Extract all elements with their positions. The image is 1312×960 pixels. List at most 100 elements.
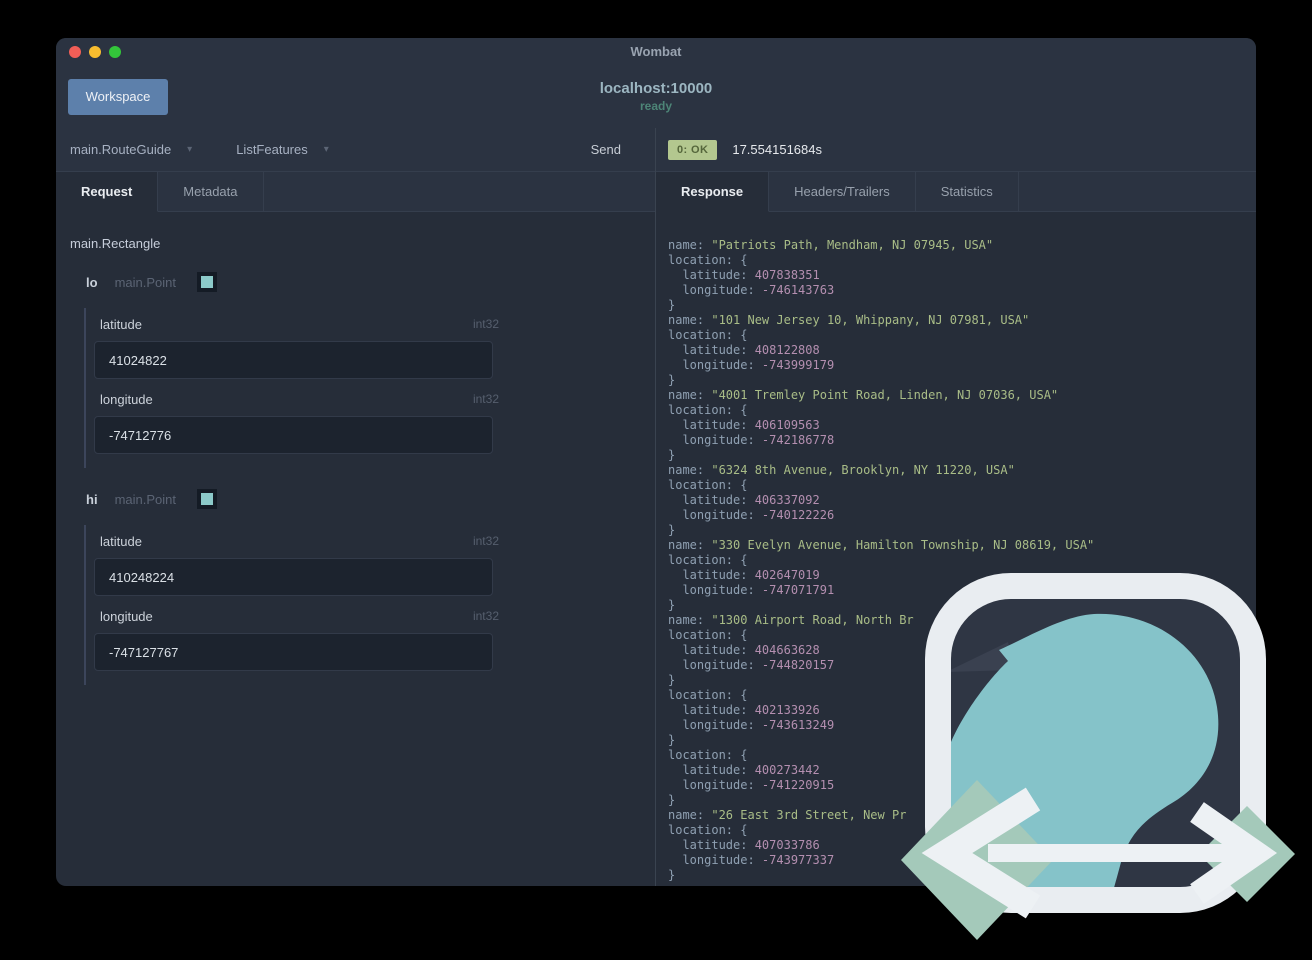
response-token: location: { xyxy=(668,688,748,702)
response-token: location: { xyxy=(668,748,748,762)
method-select[interactable]: ListFeatures ▾ xyxy=(236,142,329,157)
tab-response[interactable]: Response xyxy=(656,172,770,212)
response-token: 402133926 xyxy=(754,703,820,717)
response-token: latitude: xyxy=(668,643,755,657)
server-address: localhost:10000 xyxy=(599,80,713,97)
response-panel: 0: OK 17.554151684s Response Headers/Tra… xyxy=(655,128,1256,886)
close-button[interactable] xyxy=(69,45,81,58)
response-token: location: { xyxy=(668,253,748,267)
longitude-label: longitude xyxy=(100,609,153,624)
response-token: location: { xyxy=(668,403,748,417)
response-token: name: xyxy=(668,463,712,477)
hi-longitude-input[interactable] xyxy=(94,633,493,671)
response-token: -740122226 xyxy=(761,508,835,522)
response-token: 407838351 xyxy=(754,268,820,282)
response-token: } xyxy=(668,523,676,537)
minimize-button[interactable] xyxy=(89,45,101,58)
lo-latitude-input[interactable] xyxy=(94,341,493,379)
send-button[interactable]: Send xyxy=(591,142,621,157)
response-token: location: { xyxy=(668,823,748,837)
response-token: location: { xyxy=(668,478,748,492)
call-duration: 17.554151684s xyxy=(732,142,822,157)
desktop: { "window": { "title": "Wombat" }, "head… xyxy=(0,0,1312,960)
lo-group: latitude int32 longitude int32 xyxy=(84,308,655,468)
response-token: location: { xyxy=(668,628,748,642)
response-token: } xyxy=(668,673,676,687)
lo-longitude-input[interactable] xyxy=(94,416,493,454)
response-token: longitude: xyxy=(668,718,762,732)
field-name: lo xyxy=(86,274,98,290)
field-name: hi xyxy=(86,491,98,507)
response-token: -743999179 xyxy=(761,358,835,372)
chevron-down-icon: ▾ xyxy=(323,144,329,155)
response-token: "4001 Tremley Point Road, Linden, NJ 070… xyxy=(711,388,1059,402)
horizontal-scrollbar-thumb[interactable] xyxy=(961,880,991,883)
response-token: latitude: xyxy=(668,493,755,507)
response-token: "1300 Airport Road, North Br xyxy=(711,613,914,627)
message-type-label: main.Rectangle xyxy=(70,236,161,251)
response-token: latitude: xyxy=(668,343,755,357)
tab-request[interactable]: Request xyxy=(56,172,159,212)
response-token: longitude: xyxy=(668,778,762,792)
response-token: name: xyxy=(668,238,712,252)
response-token: latitude: xyxy=(668,838,755,852)
response-token: 406337092 xyxy=(754,493,820,507)
response-token: -742186778 xyxy=(761,433,835,447)
type-badge: int32 xyxy=(472,609,499,623)
server-info: localhost:10000 ready xyxy=(56,80,1256,113)
tabs-filler xyxy=(263,172,655,212)
hi-group: latitude int32 longitude int32 xyxy=(84,525,655,685)
response-token: longitude: xyxy=(668,433,762,447)
response-token: -743613249 xyxy=(761,718,835,732)
result-bar: 0: OK 17.554151684s xyxy=(656,128,1256,172)
response-token: 406109563 xyxy=(754,418,820,432)
response-token: -747071791 xyxy=(761,583,835,597)
app-header: Workspace localhost:10000 ready xyxy=(56,65,1256,128)
tab-headers-trailers[interactable]: Headers/Trailers xyxy=(769,172,916,212)
lo-checkbox[interactable] xyxy=(196,272,217,292)
hi-checkbox[interactable] xyxy=(196,489,217,509)
field-label-row: longitude int32 xyxy=(100,392,499,407)
response-token: -743977337 xyxy=(761,853,835,867)
field-type: main.Point xyxy=(114,274,176,290)
response-token: name: xyxy=(668,613,712,627)
response-token: } xyxy=(668,448,676,462)
response-token: name: xyxy=(668,388,712,402)
response-tabs: Response Headers/Trailers Statistics xyxy=(656,172,1256,212)
request-tabs: Request Metadata xyxy=(56,172,655,212)
type-badge: int32 xyxy=(472,317,499,331)
type-badge: int32 xyxy=(472,392,499,406)
server-status: ready xyxy=(639,99,673,113)
response-token: location: { xyxy=(668,553,748,567)
chevron-down-icon: ▾ xyxy=(187,144,193,155)
response-token: name: xyxy=(668,538,712,552)
service-select[interactable]: main.RouteGuide ▾ xyxy=(70,142,192,157)
response-token: } xyxy=(668,733,676,747)
tab-metadata[interactable]: Metadata xyxy=(158,172,264,212)
response-token: longitude: xyxy=(668,358,762,372)
window-controls xyxy=(69,38,121,65)
request-panel: main.RouteGuide ▾ ListFeatures ▾ Send Re… xyxy=(56,128,655,886)
response-token: longitude: xyxy=(668,658,762,672)
status-badge: 0: OK xyxy=(668,139,718,160)
hi-latitude-input[interactable] xyxy=(94,558,493,596)
response-token: longitude: xyxy=(668,853,762,867)
titlebar: Wombat xyxy=(56,38,1256,65)
request-toolbar: main.RouteGuide ▾ ListFeatures ▾ Send xyxy=(56,128,655,172)
response-token: -741220915 xyxy=(761,778,835,792)
checkbox-mark xyxy=(200,276,213,288)
response-token: 407033786 xyxy=(754,838,820,852)
latitude-label: latitude xyxy=(100,317,142,332)
zoom-button[interactable] xyxy=(109,45,121,58)
tab-statistics[interactable]: Statistics xyxy=(915,172,1019,212)
field-type: main.Point xyxy=(114,491,176,507)
response-token: 404663628 xyxy=(754,643,820,657)
response-token: "Patriots Path, Mendham, NJ 07945, USA" xyxy=(711,238,994,252)
window-title: Wombat xyxy=(630,44,682,59)
field-label-row: latitude int32 xyxy=(100,317,499,332)
response-body: name: "Patriots Path, Mendham, NJ 07945,… xyxy=(656,212,1256,886)
response-token: "101 New Jersey 10, Whippany, NJ 07981, … xyxy=(711,313,1030,327)
workspace-button[interactable]: Workspace xyxy=(68,78,168,115)
response-token: longitude: xyxy=(668,283,762,297)
response-token: -744820157 xyxy=(761,658,835,672)
